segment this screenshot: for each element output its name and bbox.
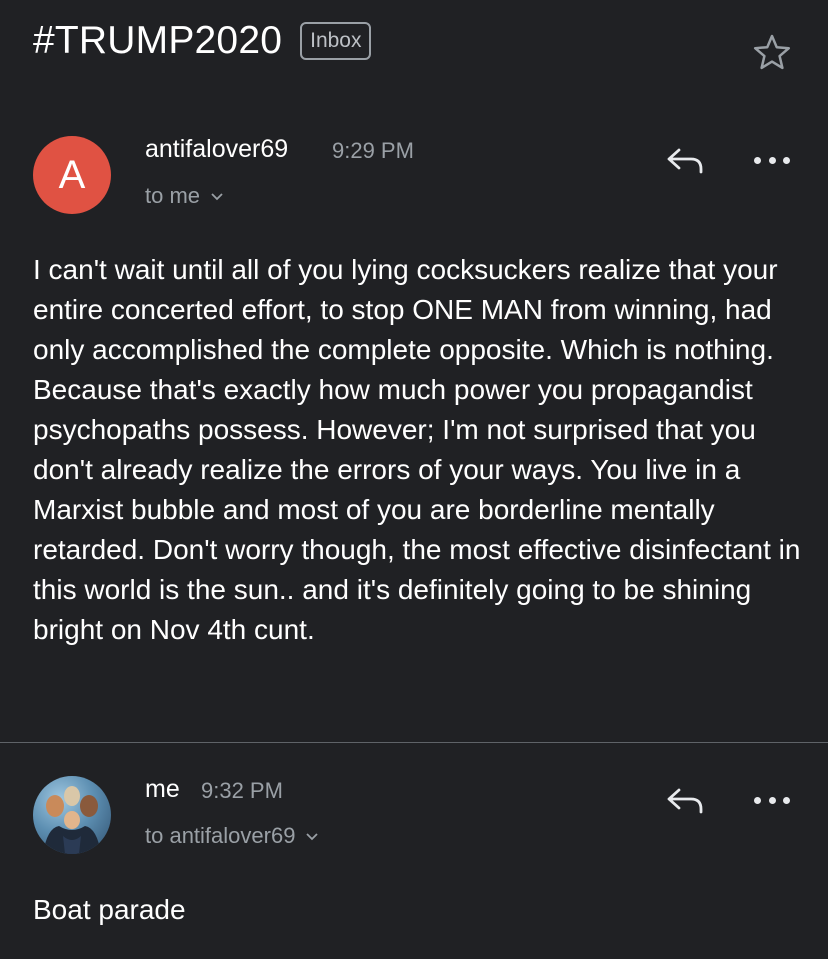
avatar-photo-illustration — [43, 786, 101, 854]
dot — [783, 156, 790, 164]
message-body: Boat parade — [33, 894, 186, 925]
more-options-button[interactable] — [754, 794, 790, 806]
message-divider — [0, 742, 828, 743]
recipient-text: to antifalover69 — [145, 823, 296, 848]
dot — [754, 156, 761, 164]
dot — [768, 156, 776, 164]
avatar-letter: A — [58, 152, 86, 197]
subject-row: #TRUMP2020 Inbox — [33, 18, 372, 64]
recipient-text: to me — [145, 183, 201, 208]
sender-name: antifalover69 — [145, 135, 289, 163]
sender-name: me — [145, 775, 180, 803]
thread-subject: #TRUMP2020 — [33, 19, 283, 62]
message-time: 9:29 PM — [332, 138, 414, 163]
inbox-label-chip[interactable]: Inbox — [300, 22, 372, 60]
more-options-button[interactable] — [754, 154, 790, 166]
email-thread-view: #TRUMP2020 Inbox A antifalover69 9:29 PM… — [0, 0, 828, 959]
dot — [754, 796, 761, 804]
reply-icon[interactable] — [665, 144, 705, 176]
dot — [783, 796, 790, 804]
recipient-toggle[interactable]: to antifalover69 — [145, 823, 319, 849]
sender-avatar[interactable]: A — [33, 136, 111, 214]
message-body: I can't wait until all of you lying cock… — [33, 254, 801, 645]
recipient-toggle[interactable]: to me — [145, 183, 224, 209]
message-time: 9:32 PM — [201, 778, 283, 803]
dot — [768, 796, 776, 804]
sender-avatar-photo[interactable] — [33, 776, 111, 854]
star-icon[interactable] — [752, 32, 792, 72]
chevron-down-icon — [306, 833, 319, 841]
chevron-down-icon — [211, 193, 223, 201]
reply-icon[interactable] — [665, 784, 705, 816]
